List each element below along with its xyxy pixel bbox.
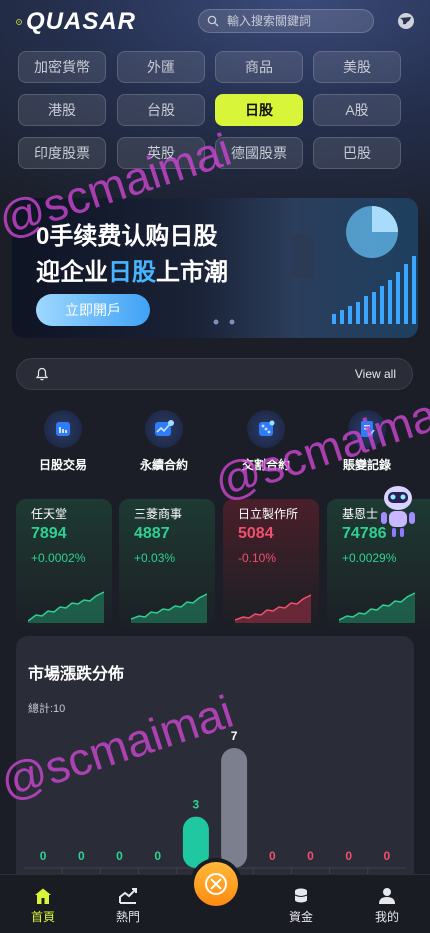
- view-all-link[interactable]: View all: [355, 367, 396, 381]
- announcement-bar[interactable]: View all: [16, 358, 413, 390]
- category-jp-stocks[interactable]: 日股: [215, 94, 303, 126]
- distribution-bar-label: 0: [116, 849, 123, 863]
- stock-price: 7894: [31, 525, 67, 542]
- stock-name: 基恩士: [342, 507, 379, 521]
- chart-icon: [56, 422, 70, 436]
- feature-label: 日股交易: [38, 458, 87, 472]
- sparkline: [339, 592, 415, 623]
- coins-icon: [294, 888, 308, 903]
- banner-chart-illustration: [292, 206, 416, 324]
- stock-card-mitsubishi[interactable]: 三菱商事 4887 +0.03%: [119, 499, 215, 629]
- bell-icon: [35, 367, 49, 381]
- stock-card-nintendo[interactable]: 任天堂 7894 +0.0002%: [16, 499, 112, 629]
- distribution-bar-label: 0: [307, 849, 314, 863]
- distribution-bar: [182, 816, 209, 868]
- tab-label: 資金: [288, 910, 313, 924]
- robot-assistant-icon[interactable]: [378, 480, 418, 540]
- open-account-button[interactable]: 立即開戶: [36, 294, 150, 326]
- trend-icon: [119, 888, 137, 904]
- distribution-bar-label: 0: [78, 849, 85, 863]
- user-icon: [379, 888, 395, 904]
- carousel-dots[interactable]: [212, 318, 252, 326]
- stock-price: 5084: [238, 525, 274, 542]
- search-box[interactable]: [198, 9, 374, 33]
- category-commodities[interactable]: 商品: [215, 51, 303, 83]
- category-us-stocks[interactable]: 美股: [313, 51, 401, 83]
- stock-change: +0.0029%: [342, 551, 397, 565]
- stock-name: 任天堂: [31, 507, 68, 521]
- tab-label: 我的: [374, 910, 399, 924]
- feature-jp-trading[interactable]: 日股交易: [13, 410, 113, 473]
- distribution-bar-label: 0: [345, 849, 352, 863]
- logo-text: QUASAR: [25, 8, 136, 35]
- distribution-bar-label: 0: [384, 849, 391, 863]
- category-a-shares[interactable]: A股: [313, 94, 401, 126]
- stock-name: 三菱商事: [134, 507, 183, 521]
- sparkline: [235, 594, 311, 623]
- tab-popular[interactable]: 熱門: [98, 887, 158, 925]
- category-br-stocks[interactable]: 巴股: [313, 137, 401, 169]
- feature-label: 永續合約: [139, 458, 188, 472]
- contract-icon: [155, 420, 174, 436]
- category-hk-stocks[interactable]: 港股: [18, 94, 106, 126]
- home-icon: [35, 888, 51, 904]
- logo-icon: [16, 19, 22, 25]
- tab-funds[interactable]: 資金: [271, 887, 331, 925]
- tab-home[interactable]: 首頁: [13, 887, 73, 925]
- stock-change: +0.0002%: [31, 551, 86, 565]
- stock-card-hitachi[interactable]: 日立製作所 5084 -0.10%: [223, 499, 319, 629]
- logo[interactable]: QUASAR: [16, 8, 136, 36]
- sparkline: [131, 593, 207, 623]
- distribution-bar-label: 3: [193, 798, 200, 812]
- center-action-button[interactable]: [194, 862, 238, 906]
- distribution-bar: [221, 748, 248, 868]
- stock-change: +0.03%: [134, 551, 176, 565]
- category-crypto[interactable]: 加密貨幣: [18, 51, 106, 83]
- sparkline: [28, 591, 104, 623]
- feature-perpetual-contract[interactable]: 永續合約: [114, 410, 214, 473]
- tab-label: 首頁: [30, 910, 55, 924]
- app-header: QUASAR: [0, 0, 430, 44]
- distribution-bar-label: 0: [269, 849, 276, 863]
- banner-subheadline: 迎企业日股上市潮: [36, 259, 228, 286]
- sparkle-icon: [205, 873, 227, 895]
- tab-profile[interactable]: 我的: [357, 887, 417, 925]
- stock-price: 4887: [134, 525, 170, 542]
- search-icon: [207, 15, 219, 27]
- tab-label: 熱門: [115, 910, 140, 924]
- distribution-bar-label: 0: [154, 849, 161, 863]
- search-input[interactable]: [225, 13, 369, 29]
- feature-icon-wrap: [44, 410, 82, 448]
- distribution-bar-label: 0: [40, 849, 47, 863]
- category-tw-stocks[interactable]: 台股: [117, 94, 205, 126]
- globe-icon[interactable]: [396, 11, 416, 31]
- stock-change: -0.10%: [238, 551, 277, 565]
- stock-name: 日立製作所: [238, 507, 299, 521]
- feature-icon-wrap: [145, 410, 183, 448]
- category-forex[interactable]: 外匯: [117, 51, 205, 83]
